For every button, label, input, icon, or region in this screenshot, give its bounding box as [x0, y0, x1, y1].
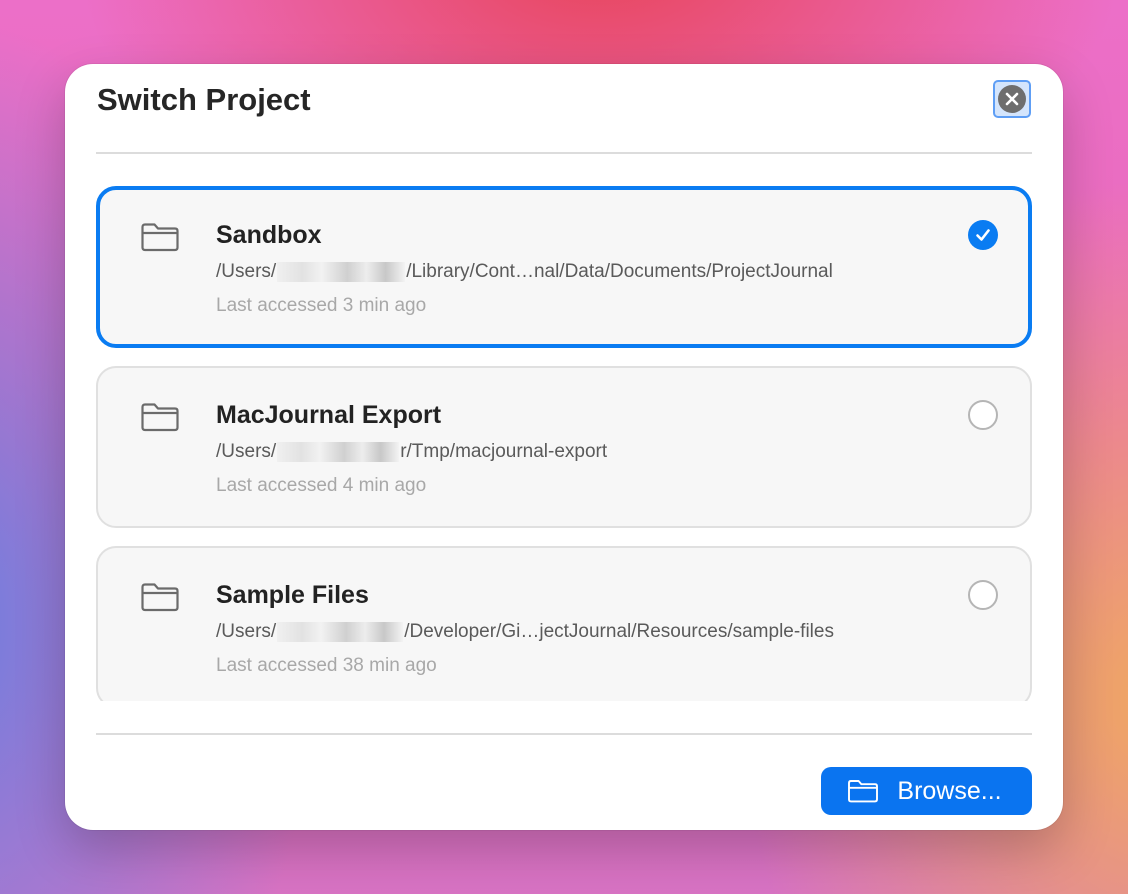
project-path-prefix: /Users/ — [216, 261, 277, 282]
unselected-radio[interactable] — [968, 400, 998, 430]
project-item-macjournal-export[interactable]: MacJournal Export /Users/ r/Tmp/macjourn… — [96, 366, 1032, 528]
folder-icon — [848, 780, 879, 803]
last-accessed-text: Last accessed 4 min ago — [216, 475, 427, 496]
selected-radio[interactable] — [968, 220, 998, 250]
browse-button[interactable]: Browse... — [821, 767, 1032, 815]
switch-project-dialog: Switch Project Sandbox /Users/ /Library/… — [65, 64, 1063, 830]
project-name: Sandbox — [216, 221, 322, 249]
last-accessed-text: Last accessed 38 min ago — [216, 655, 437, 676]
dialog-title: Switch Project — [97, 82, 311, 117]
project-path: /Users/ /Library/Cont…nal/Data/Documents… — [216, 260, 833, 284]
header-divider — [96, 152, 1032, 154]
project-name: MacJournal Export — [216, 401, 442, 429]
folder-icon — [141, 223, 179, 252]
project-list[interactable]: Sandbox /Users/ /Library/Cont…nal/Data/D… — [96, 184, 1032, 701]
project-name: Sample Files — [216, 581, 369, 609]
project-path-prefix: /Users/ — [216, 441, 277, 462]
project-path: /Users/ /Developer/Gi…jectJournal/Resour… — [216, 620, 834, 644]
browse-button-label: Browse... — [897, 777, 1002, 805]
close-button[interactable] — [993, 80, 1031, 118]
project-path-prefix: /Users/ — [216, 621, 277, 642]
project-path-suffix: /Developer/Gi…jectJournal/Resources/samp… — [404, 621, 834, 642]
project-item-sandbox[interactable]: Sandbox /Users/ /Library/Cont…nal/Data/D… — [96, 186, 1032, 348]
folder-icon — [141, 583, 179, 612]
last-accessed-text: Last accessed 3 min ago — [216, 295, 427, 316]
folder-icon — [141, 403, 179, 432]
unselected-radio[interactable] — [968, 580, 998, 610]
redacted-username — [277, 442, 400, 462]
close-icon — [998, 85, 1026, 113]
redacted-username — [277, 262, 406, 282]
project-item-sample-files[interactable]: Sample Files /Users/ /Developer/Gi…jectJ… — [96, 546, 1032, 701]
redacted-username — [277, 622, 404, 642]
project-path: /Users/ r/Tmp/macjournal-export — [216, 440, 607, 464]
project-path-suffix: r/Tmp/macjournal-export — [400, 441, 608, 462]
footer-divider — [96, 733, 1032, 735]
checkmark-icon — [976, 229, 990, 241]
project-path-suffix: /Library/Cont…nal/Data/Documents/Project… — [406, 261, 833, 282]
